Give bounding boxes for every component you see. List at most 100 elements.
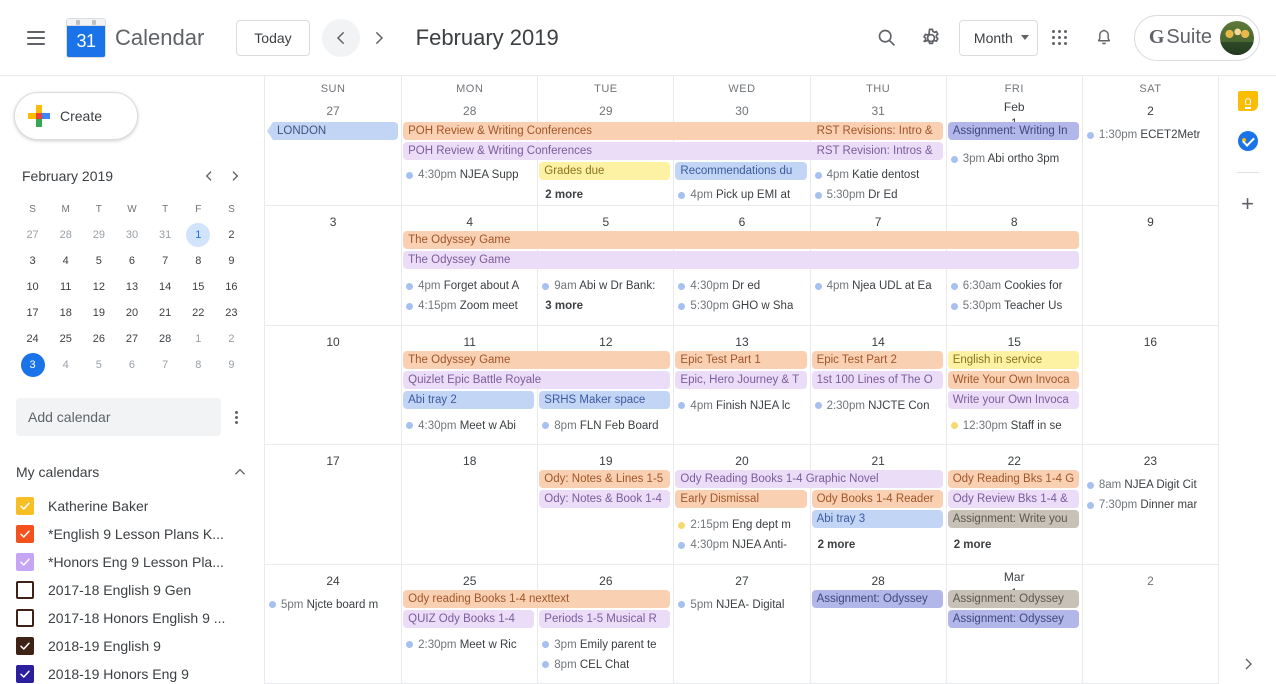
timed-event[interactable]: 2:30pm NJCTE Con — [813, 397, 944, 415]
avatar[interactable] — [1220, 20, 1254, 55]
mini-calendar-day[interactable]: 5 — [82, 248, 115, 274]
timed-event[interactable]: 9am Abi w Dr Bank: — [540, 277, 671, 295]
mini-calendar-day[interactable]: 20 — [115, 300, 148, 326]
mini-calendar-day[interactable]: 3 — [16, 248, 49, 274]
mini-calendar-day[interactable]: 13 — [115, 274, 148, 300]
timed-event[interactable]: 7:30pm Dinner mar — [1085, 496, 1216, 514]
timed-event[interactable]: 8pm CEL Chat — [540, 656, 671, 674]
day-cell[interactable]: 24 5pm Njcte board m — [265, 565, 402, 684]
all-day-event[interactable]: Grades due — [539, 162, 671, 180]
all-day-event[interactable]: Ody Review Bks 1-4 & — [947, 490, 1079, 509]
mini-calendar-day[interactable]: 2 — [215, 326, 248, 352]
mini-calendar-day[interactable]: 30 — [115, 222, 148, 248]
calendar-list-item[interactable]: 2018-19 English 9 — [0, 632, 264, 660]
timed-event[interactable]: 5pm Njcte board m — [267, 596, 399, 614]
mini-calendar-day[interactable]: 23 — [215, 300, 248, 326]
all-day-event[interactable]: The Odyssey Game — [403, 251, 1079, 270]
timed-event[interactable]: 4pm Katie dentost — [813, 166, 944, 184]
settings-button[interactable] — [909, 16, 953, 60]
mini-calendar-day[interactable]: 15 — [182, 274, 215, 300]
more-events-link[interactable]: 2 more — [540, 186, 671, 204]
timed-event[interactable]: 4:30pm Dr ed — [676, 277, 807, 295]
day-cell[interactable]: 2 — [1081, 564, 1218, 684]
all-day-event[interactable]: Assignment: Odyssey — [811, 589, 943, 608]
all-day-event[interactable]: SRHS Maker space — [539, 390, 671, 409]
mini-calendar-day[interactable]: 7 — [149, 248, 182, 274]
mini-calendar-day[interactable]: 28 — [49, 222, 82, 248]
mini-calendar-day[interactable]: 31 — [149, 222, 182, 248]
timed-event[interactable]: 4:30pm NJEA Supp — [404, 166, 535, 184]
mini-calendar-day[interactable]: 8 — [182, 248, 215, 274]
mini-calendar-day[interactable]: 12 — [82, 274, 115, 300]
google-apps-button[interactable] — [1038, 16, 1082, 60]
all-day-event[interactable]: RST Revision: Intros & — [811, 142, 943, 160]
timed-event[interactable]: 8pm FLN Feb Board — [540, 417, 671, 435]
mini-calendar-day[interactable]: 14 — [149, 274, 182, 300]
all-day-event[interactable]: Ody Reading Bks 1-4 G — [947, 470, 1079, 489]
mini-calendar-day[interactable]: 16 — [215, 274, 248, 300]
all-day-event[interactable]: Assignment: Write you — [947, 510, 1079, 529]
timed-event[interactable]: 4pm Pick up EMI at — [676, 186, 807, 204]
search-button[interactable] — [865, 16, 909, 60]
timed-event[interactable]: 8am NJEA Digit Cit — [1085, 476, 1216, 494]
day-number[interactable]: 27 — [674, 565, 809, 596]
checkbox-unchecked-icon[interactable] — [16, 609, 34, 627]
all-day-event[interactable]: Abi tray 3 — [811, 510, 943, 529]
all-day-event[interactable]: 1st 100 Lines of The O — [811, 370, 943, 389]
timed-event[interactable]: 4pm Finish NJEA lc — [676, 397, 807, 415]
timed-event[interactable]: 4pm Njea UDL at Ea — [813, 277, 944, 295]
day-cell[interactable]: 18 — [401, 445, 538, 565]
all-day-event[interactable]: Write Your Own Invoca — [947, 370, 1079, 389]
timed-event[interactable]: 4:30pm Meet w Abi — [404, 417, 535, 435]
calendar-list-item[interactable]: *Honors Eng 9 Lesson Pla... — [0, 548, 264, 576]
day-number[interactable]: 27 — [265, 95, 401, 126]
timed-event[interactable]: 5:30pm Dr Ed — [813, 186, 944, 204]
more-events-link[interactable]: 3 more — [540, 297, 671, 315]
checkbox-unchecked-icon[interactable] — [16, 581, 34, 599]
timed-event[interactable]: 5:30pm Teacher Us — [949, 297, 1080, 315]
mini-calendar-day[interactable]: 4 — [49, 248, 82, 274]
mini-calendar-day[interactable]: 17 — [16, 300, 49, 326]
all-day-event[interactable]: Ody Books 1-4 Reader — [811, 490, 943, 509]
create-button[interactable]: Create — [14, 92, 138, 140]
expand-panel-button[interactable] — [1240, 656, 1256, 672]
all-day-event[interactable]: Write your Own Invoca — [947, 390, 1079, 409]
all-day-event[interactable]: Assignment: Odyssey — [947, 609, 1079, 628]
my-calendars-header[interactable]: My calendars — [0, 452, 264, 492]
mini-calendar-day[interactable]: 29 — [82, 222, 115, 248]
day-number[interactable]: 2 — [1083, 95, 1218, 126]
timed-event[interactable]: 3pm Abi ortho 3pm — [949, 150, 1080, 168]
google-tasks-icon[interactable] — [1237, 130, 1259, 152]
checkbox-checked-icon[interactable] — [16, 497, 34, 515]
all-day-event[interactable]: The Odyssey Game — [403, 231, 1079, 250]
all-day-event[interactable]: Abi tray 2 — [403, 390, 535, 409]
day-cell[interactable]: FRIFeb 13pm Abi ortho 3pm — [945, 76, 1082, 207]
calendar-list-item[interactable]: Katherine Baker — [0, 492, 264, 520]
day-number[interactable]: 24 — [265, 565, 401, 596]
timed-event[interactable]: 2:30pm Meet w Ric — [404, 636, 535, 654]
day-cell[interactable]: 17 — [265, 445, 402, 565]
all-day-event[interactable]: Epic Test Part 1 — [675, 350, 807, 369]
mini-calendar-day[interactable]: 27 — [115, 326, 148, 352]
mini-calendar-day[interactable]: 19 — [82, 300, 115, 326]
all-day-event[interactable]: English in service — [947, 350, 1079, 369]
calendar-list-item[interactable]: 2017-18 Honors English 9 ... — [0, 604, 264, 632]
day-cell[interactable]: SUN 27 — [265, 76, 402, 207]
timed-event[interactable]: 1:30pm ECET2Metr — [1085, 126, 1216, 144]
mini-calendar-day[interactable]: 28 — [149, 326, 182, 352]
mini-calendar-day[interactable]: 4 — [49, 352, 82, 378]
mini-calendar-day[interactable]: 22 — [182, 300, 215, 326]
mini-calendar-day[interactable]: 5 — [82, 352, 115, 378]
calendar-list-item[interactable]: 2017-18 English 9 Gen — [0, 576, 264, 604]
day-cell[interactable]: 9 — [1081, 206, 1218, 326]
day-cell[interactable]: 10 — [265, 326, 402, 446]
day-number[interactable]: 18 — [402, 445, 537, 476]
all-day-event[interactable]: Recommendations du — [675, 162, 807, 180]
chevron-up-icon[interactable] — [232, 464, 248, 480]
day-cell[interactable]: 23 8am NJEA Digit Cit 7:30pm Dinner mar — [1081, 445, 1218, 565]
mini-calendar-day[interactable]: 2 — [215, 222, 248, 248]
mini-calendar-day[interactable]: 10 — [16, 274, 49, 300]
kebab-menu-icon[interactable] — [225, 402, 248, 432]
notifications-button[interactable] — [1082, 16, 1126, 60]
checkbox-checked-icon[interactable] — [16, 637, 34, 655]
